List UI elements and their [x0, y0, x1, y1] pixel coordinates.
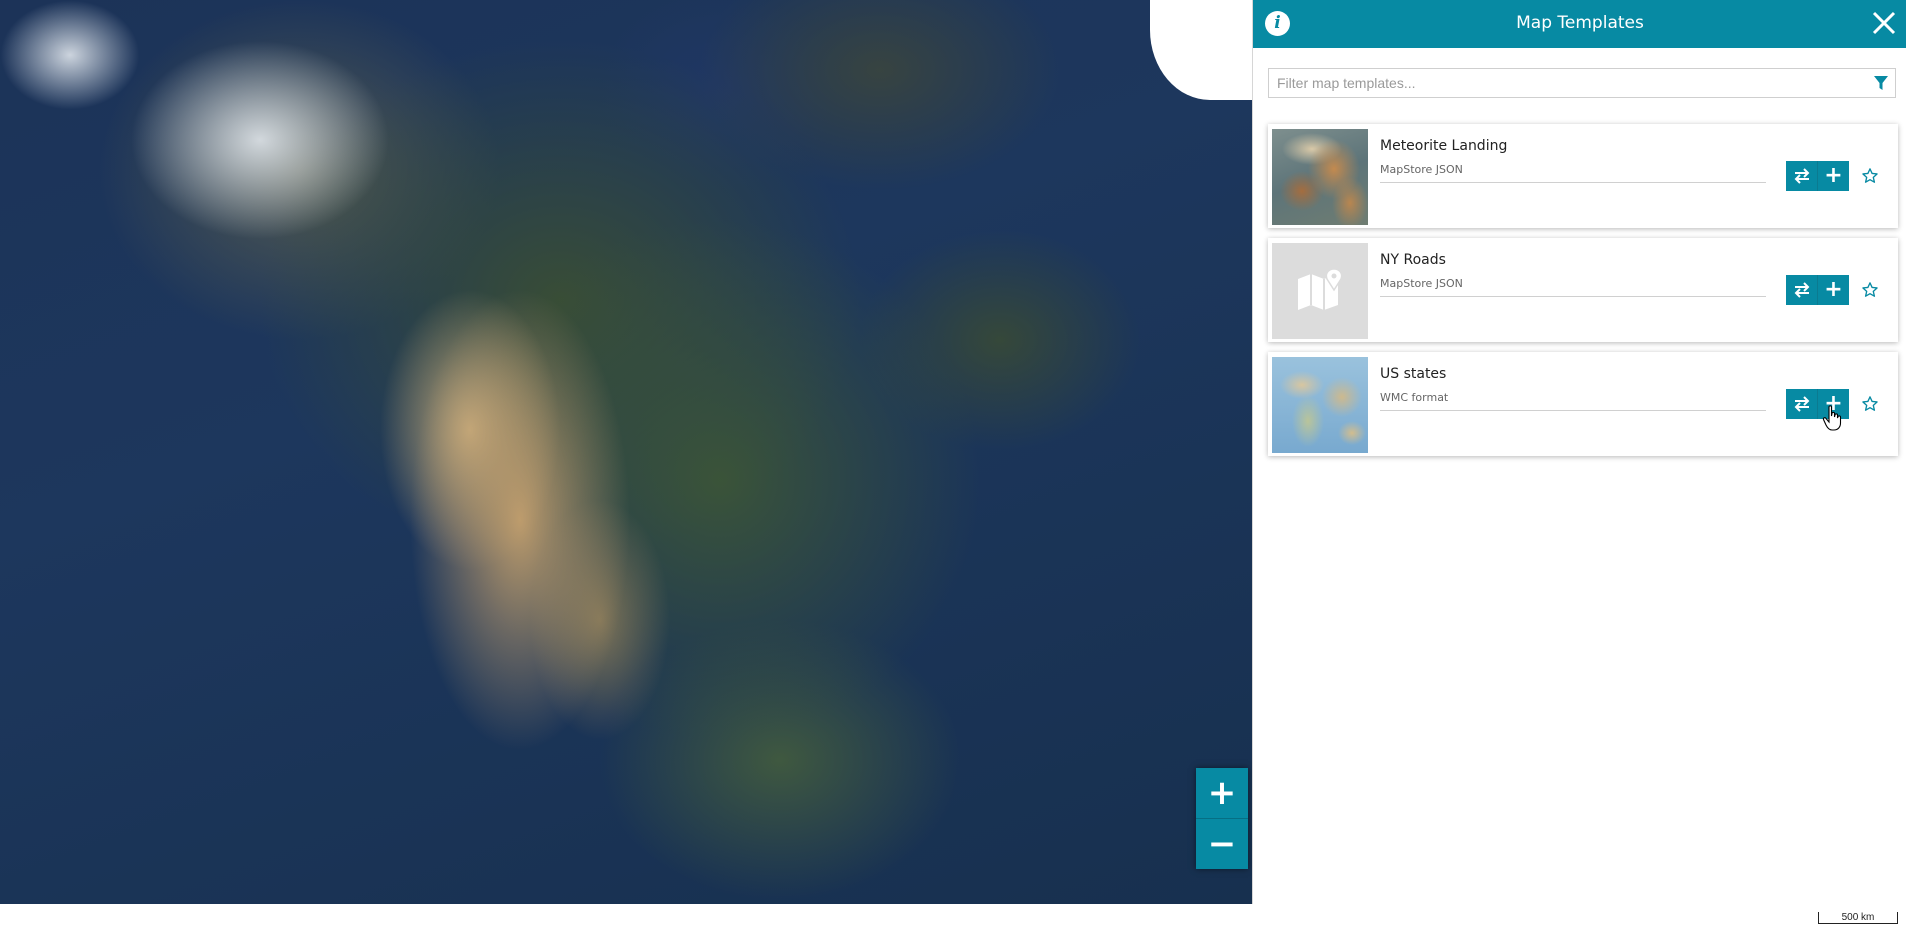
- plus-icon: +: [1824, 163, 1843, 188]
- star-outline-icon[interactable]: [1861, 281, 1879, 299]
- star-outline-icon[interactable]: [1861, 395, 1879, 413]
- scale-bar: 500 km: [1818, 912, 1898, 924]
- star-outline-icon[interactable]: [1861, 167, 1879, 185]
- template-format: WMC format: [1380, 391, 1766, 411]
- default-map-icon: [1272, 243, 1368, 339]
- plus-icon: +: [1824, 391, 1843, 416]
- template-actions: +: [1786, 161, 1879, 191]
- template-format: MapStore JSON: [1380, 277, 1766, 297]
- zoom-out-button[interactable]: −: [1196, 818, 1248, 869]
- close-icon[interactable]: [1869, 8, 1899, 38]
- filter-field: [1268, 68, 1896, 98]
- map-snow-region: [0, 0, 140, 110]
- map-templates-panel: i Map Templates Meteorite Landing MapSto…: [1252, 0, 1906, 904]
- template-list: Meteorite Landing MapStore JSON + NY Roa…: [1268, 124, 1898, 466]
- funnel-icon[interactable]: [1873, 75, 1889, 92]
- replace-map-button[interactable]: [1786, 389, 1817, 419]
- swap-arrows-icon: [1794, 396, 1809, 412]
- template-actions: +: [1786, 389, 1879, 419]
- template-title: US states: [1380, 366, 1447, 382]
- swap-arrows-icon: [1794, 168, 1809, 184]
- template-title: NY Roads: [1380, 252, 1446, 268]
- add-to-map-button[interactable]: +: [1817, 389, 1849, 419]
- zoom-control: + −: [1196, 768, 1248, 869]
- template-actions: +: [1786, 275, 1879, 305]
- template-card[interactable]: NY Roads MapStore JSON +: [1268, 238, 1898, 342]
- plus-icon: +: [1824, 277, 1843, 302]
- add-to-map-button[interactable]: +: [1817, 161, 1849, 191]
- map-viewport[interactable]: + −: [0, 0, 1252, 904]
- template-card[interactable]: Meteorite Landing MapStore JSON +: [1268, 124, 1898, 228]
- template-title: Meteorite Landing: [1380, 138, 1508, 154]
- swap-arrows-icon: [1794, 282, 1809, 298]
- panel-header: i Map Templates: [1253, 0, 1906, 48]
- zoom-in-button[interactable]: +: [1196, 768, 1248, 818]
- replace-map-button[interactable]: [1786, 275, 1817, 305]
- add-to-map-button[interactable]: +: [1817, 275, 1849, 305]
- world-map-thumbnail: [1272, 357, 1368, 453]
- map-snow-region: [130, 40, 390, 240]
- filter-input[interactable]: [1269, 69, 1865, 97]
- template-format: MapStore JSON: [1380, 163, 1766, 183]
- template-card[interactable]: US states WMC format +: [1268, 352, 1898, 456]
- panel-title: Map Templates: [1516, 13, 1644, 33]
- map-greenland: [1150, 0, 1252, 100]
- map-footer: 500 km: [0, 904, 1906, 931]
- replace-map-button[interactable]: [1786, 161, 1817, 191]
- meteorite-map-thumbnail: [1272, 129, 1368, 225]
